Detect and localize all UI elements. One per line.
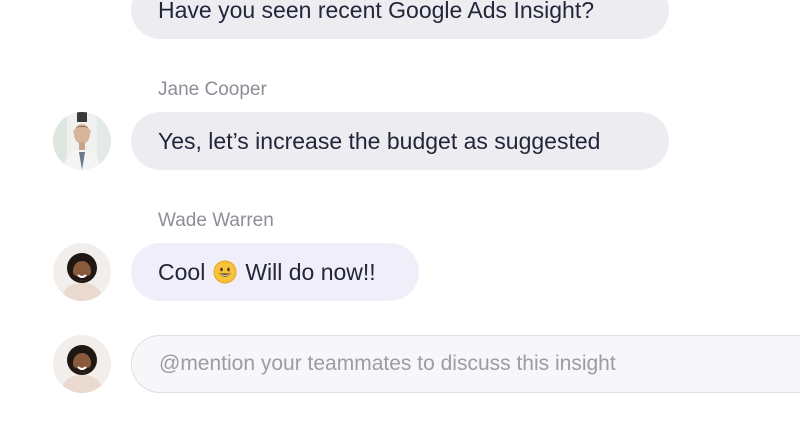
jane-cooper-avatar[interactable]	[53, 112, 111, 170]
message-bubble: Yes, let’s increase the budget as sugges…	[131, 112, 669, 170]
message-bubble: Have you seen recent Google Ads Insight?	[131, 0, 669, 39]
chat-thread: Have you seen recent Google Ads Insight?…	[0, 0, 800, 446]
author-name: Jane Cooper	[158, 79, 267, 100]
current-user-avatar[interactable]	[53, 335, 111, 393]
wade-warren-avatar[interactable]	[53, 243, 111, 301]
message-text: Have you seen recent Google Ads Insight?	[158, 0, 595, 23]
author-name: Wade Warren	[158, 210, 274, 231]
message-text: Yes, let’s increase the budget as sugges…	[158, 127, 601, 154]
message-text-after-emoji: Will do now!!	[245, 258, 376, 285]
message-text-before-emoji: Cool	[158, 258, 206, 285]
comment-composer[interactable]	[131, 335, 800, 393]
grinning-face-emoji-icon	[213, 260, 237, 284]
message-bubble: Cool Will do now!!	[131, 243, 419, 301]
mention-input[interactable]	[159, 352, 759, 376]
